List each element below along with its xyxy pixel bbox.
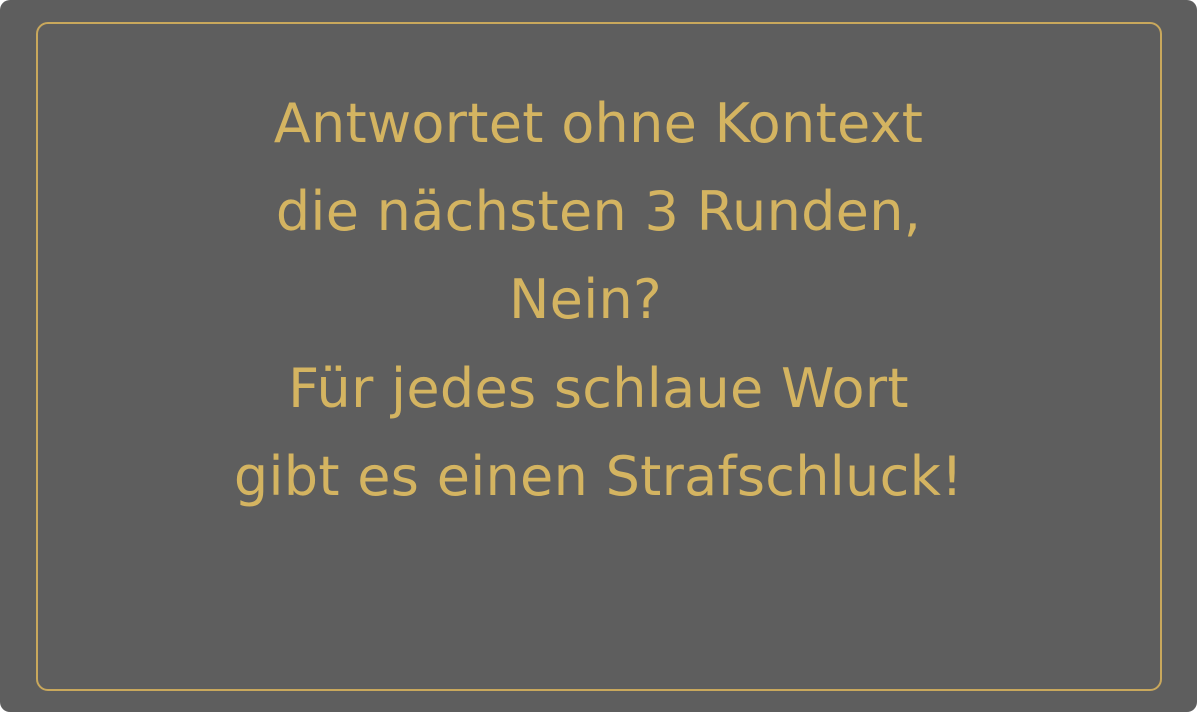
card-text-line-5: gibt es einen Strafschluck! bbox=[233, 445, 964, 508]
card-text-line-4: Für jedes schlaue Wort bbox=[288, 357, 909, 420]
card-text-line-2: die nächsten 3 Runden, bbox=[275, 180, 922, 243]
card-text-line-1: Antwortet ohne Kontext bbox=[273, 92, 924, 155]
game-card: Antwortet ohne Kontext die nächsten 3 Ru… bbox=[0, 0, 1197, 712]
card-text-line-3: Nein? bbox=[508, 268, 662, 331]
